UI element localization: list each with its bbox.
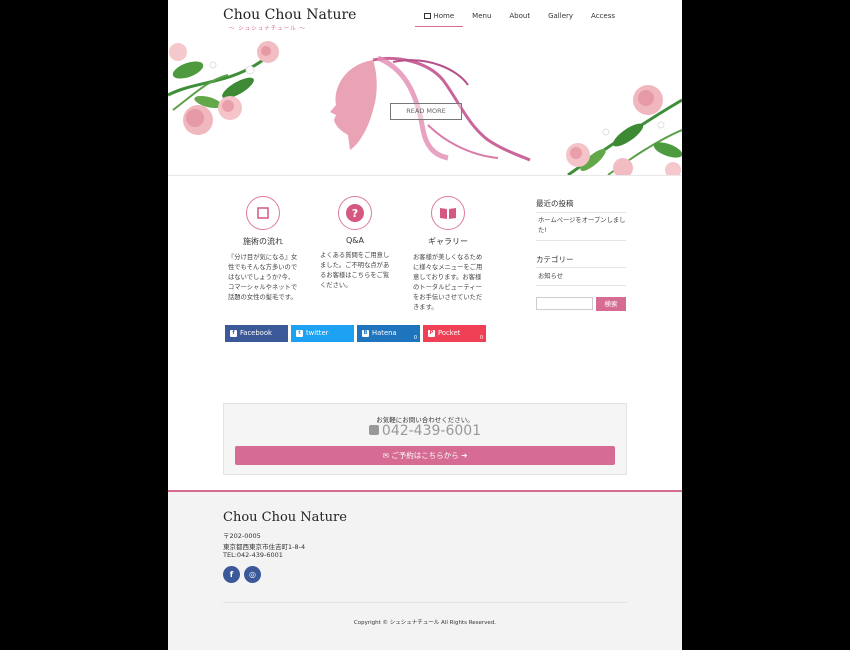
contact-box: お気軽にお問い合わせください。 042-439-6001 ✉ ご予約はこちらから… [223, 403, 627, 475]
nav-about[interactable]: About [500, 12, 539, 27]
share-label: Pocket [438, 329, 461, 337]
recent-posts-heading: 最近の投稿 [536, 199, 574, 208]
divider [536, 267, 626, 268]
mail-icon: ✉ [382, 451, 392, 460]
square-icon [246, 196, 280, 230]
feature-text: お客様が美しくなるために様々なメニューをご用意しております。お客様のトータルビュ… [413, 254, 483, 311]
logo-subtitle: 〜 シュシュナチュール 〜 [229, 26, 306, 32]
share-label: Hatena [372, 329, 397, 337]
share-label: twitter [306, 329, 329, 337]
contact-phone[interactable]: 042-439-6001 [224, 423, 626, 439]
nav-gallery[interactable]: Gallery [539, 12, 582, 27]
footer-postal: 〒202-0005 [223, 532, 261, 540]
reservation-label: ご予約はこちらから [391, 451, 459, 460]
feature-title: 施術の流れ [243, 237, 283, 246]
instagram-icon[interactable]: ◎ [244, 566, 261, 583]
question-icon: ? [338, 196, 372, 230]
share-hatena-button[interactable]: B Hatena 0 [357, 325, 420, 342]
feature-text: 『分け目が気になる』女性でもそんな方多いのではないでしょうか?今、コマーシャルや… [228, 254, 298, 301]
read-more-button[interactable]: READ MORE [390, 103, 462, 120]
right-flowers-illustration [566, 85, 682, 175]
feature-title: ギャラリー [428, 237, 468, 246]
nav-home[interactable]: Home [415, 12, 464, 27]
svg-text:?: ? [352, 207, 358, 220]
footer-divider [223, 602, 627, 603]
book-icon [431, 196, 465, 230]
share-label: Facebook [240, 329, 272, 337]
hero-banner: READ MORE [168, 40, 682, 176]
feature-flow[interactable]: 施術の流れ 『分け目が気になる』女性でもそんな方多いのではないでしょうか?今、コ… [228, 196, 298, 303]
pocket-icon: P [428, 329, 435, 337]
feature-title: Q&A [345, 236, 364, 245]
feature-gallery[interactable]: ギャラリー お客様が美しくなるために様々なメニューをご用意しております。お客様の… [413, 196, 483, 313]
copyright: Copyright © シュシュナチュール All Rights Reserve… [353, 620, 497, 626]
divider [536, 212, 626, 213]
feature-qa[interactable]: ? Q&A よくある質問をご用意しました。ご不明な点があるお客様はこちらをご覧く… [320, 196, 390, 291]
share-count: 0 [479, 335, 483, 341]
category-link[interactable]: お知らせ [538, 272, 626, 282]
nav-access[interactable]: Access [582, 12, 624, 27]
hatena-icon: B [362, 329, 369, 337]
home-icon [424, 13, 432, 19]
site-header: Chou Chou Nature 〜 シュシュナチュール 〜 Home Menu… [168, 0, 682, 41]
share-twitter-button[interactable]: t twitter [291, 325, 354, 342]
search-input[interactable] [536, 297, 593, 310]
search-button[interactable]: 検索 [596, 297, 626, 311]
nav-home-label: Home [433, 12, 455, 20]
divider [536, 240, 626, 241]
phone-number: 042-439-6001 [381, 423, 482, 439]
twitter-icon: t [296, 329, 303, 337]
feature-text: よくある質問をご用意しました。ご不明な点があるお客様はこちらをご覧ください。 [320, 252, 390, 289]
site-logo[interactable]: Chou Chou Nature 〜 シュシュナチュール 〜 [223, 7, 356, 32]
main-nav: Home Menu About Gallery Access [415, 12, 624, 27]
share-facebook-button[interactable]: f Facebook [225, 325, 288, 342]
phone-icon [368, 425, 379, 435]
share-count: 0 [413, 335, 417, 341]
site-footer: Chou Chou Nature 〒202-0005 東京都西東京市住吉町1-8… [168, 490, 682, 650]
logo-title: Chou Chou Nature [223, 7, 357, 23]
share-pocket-button[interactable]: P Pocket 0 [423, 325, 486, 342]
page: Chou Chou Nature 〜 シュシュナチュール 〜 Home Menu… [168, 0, 682, 650]
arrow-circle-icon: ➔ [458, 451, 468, 460]
reservation-button[interactable]: ✉ ご予約はこちらから ➔ [235, 446, 615, 465]
footer-address: 東京都西東京市住吉町1-8-4 [223, 543, 306, 551]
facebook-icon[interactable]: f [223, 566, 240, 583]
facebook-icon: f [230, 329, 237, 337]
divider [536, 285, 626, 286]
footer-title: Chou Chou Nature [223, 510, 347, 525]
left-flowers-illustration [168, 41, 279, 135]
recent-post-link[interactable]: ホームページをオープンしました! [538, 216, 626, 236]
category-heading: カテゴリー [536, 255, 574, 264]
nav-menu[interactable]: Menu [463, 12, 500, 27]
footer-tel: TEL:042-439-6001 [223, 551, 283, 559]
